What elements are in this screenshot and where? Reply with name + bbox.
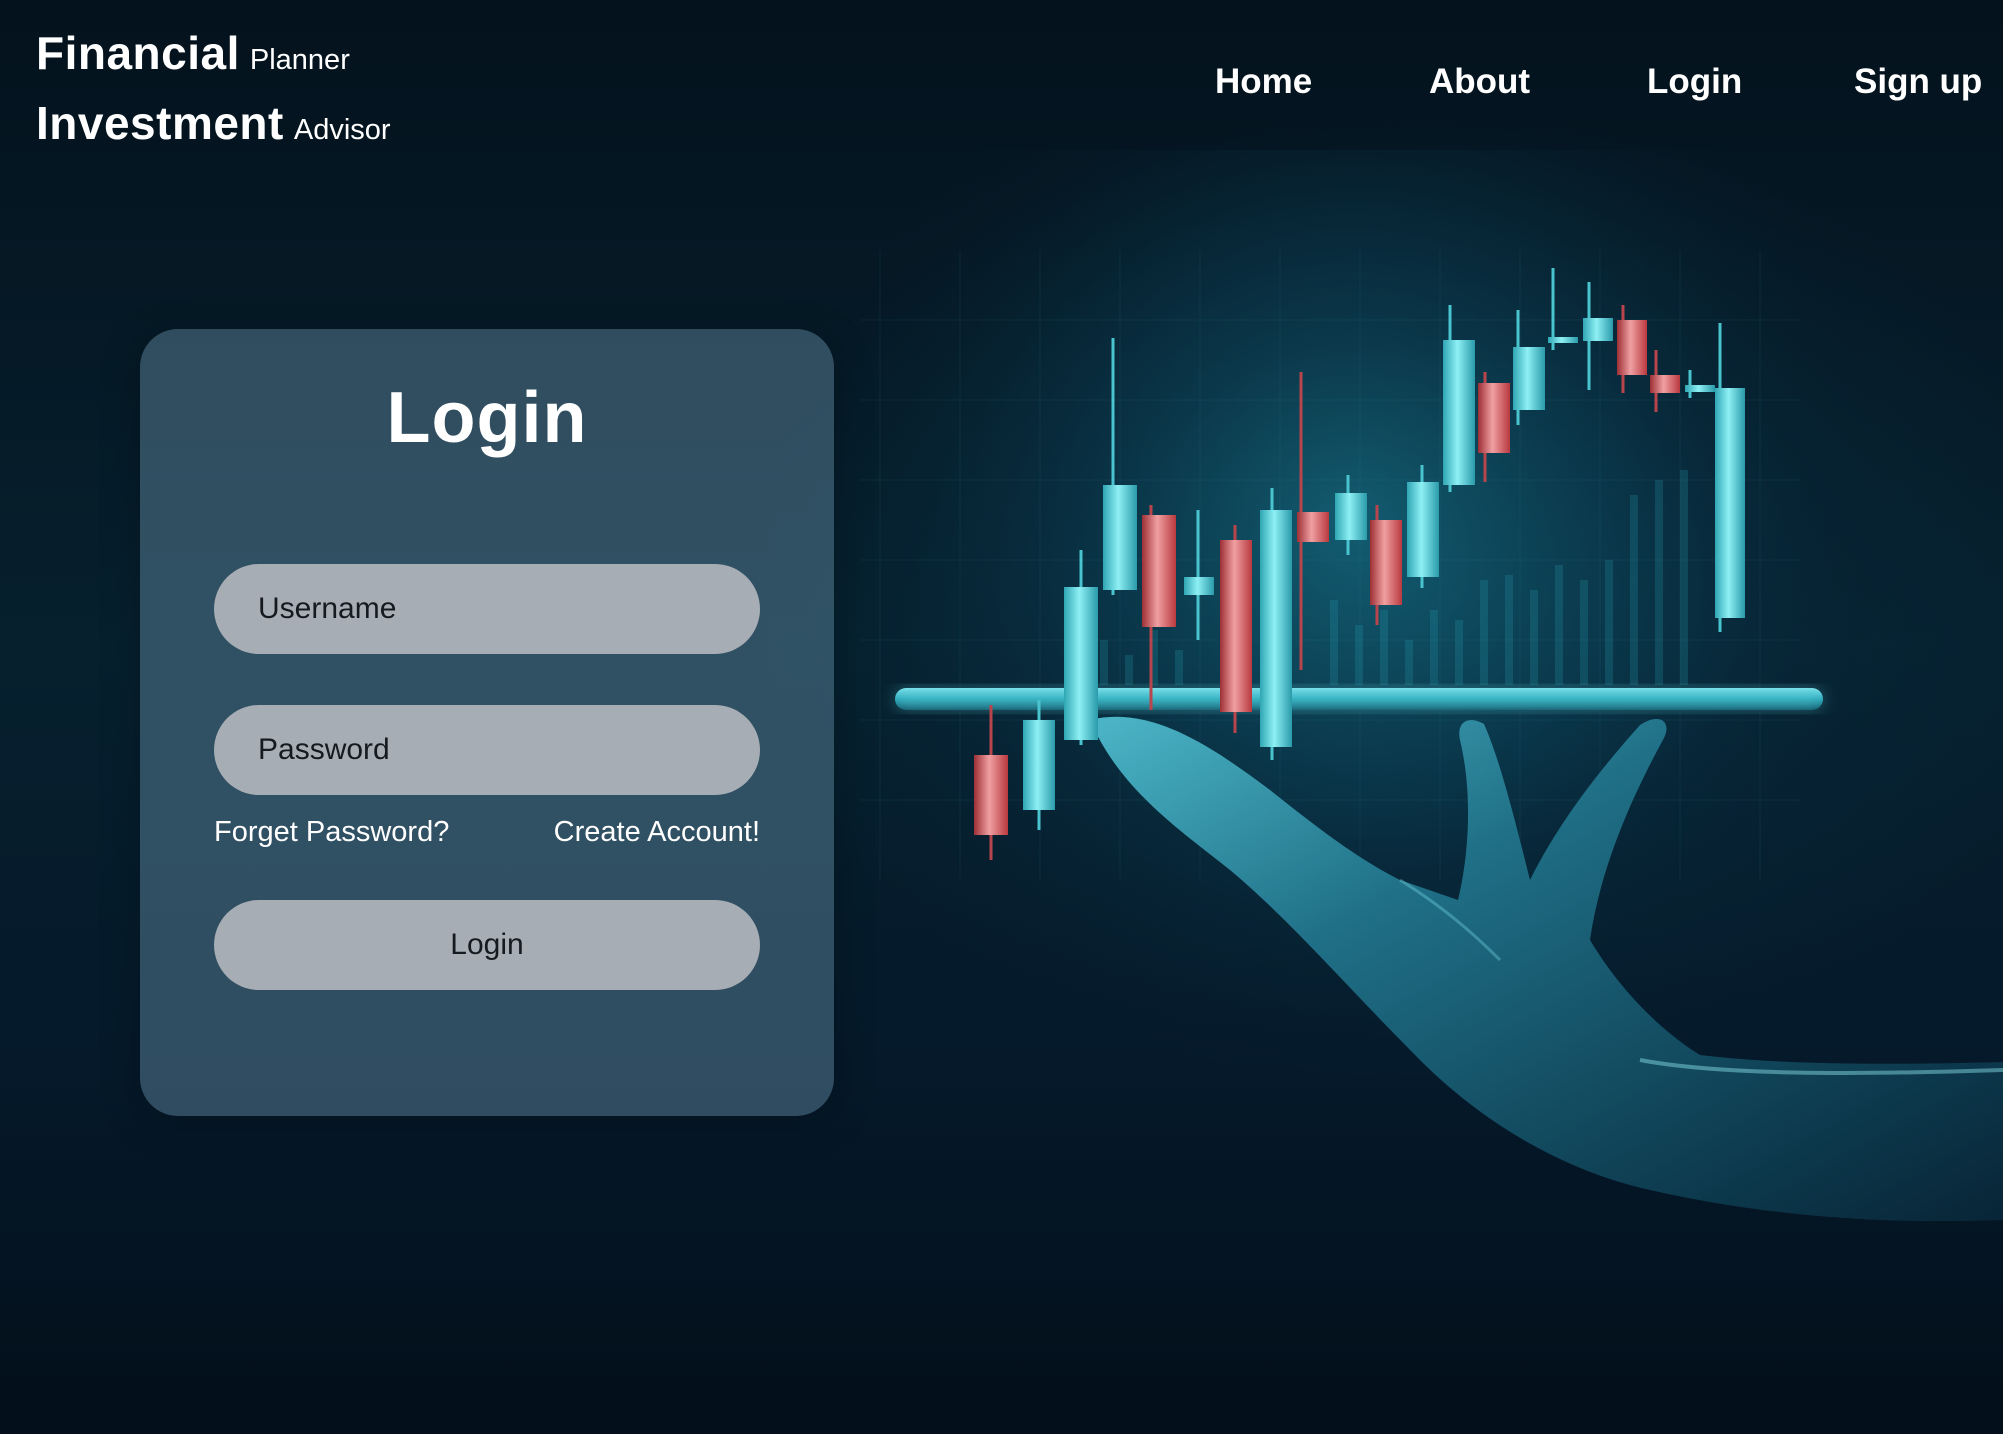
login-card: Login Forget Password? Create Account! L… bbox=[140, 329, 834, 1116]
brand-investment: Investment bbox=[36, 97, 284, 149]
password-input[interactable] bbox=[214, 705, 760, 795]
page: Financial Planner Investment Advisor Home … bbox=[0, 0, 2003, 1434]
login-title: Login bbox=[386, 378, 588, 458]
brand-logo[interactable]: Financial Planner Investment Advisor bbox=[36, 30, 391, 146]
username-input[interactable] bbox=[214, 564, 760, 654]
nav-login[interactable]: Login bbox=[1647, 62, 1742, 102]
brand-line-1: Financial Planner bbox=[36, 30, 391, 76]
top-nav: Home About Login Sign up bbox=[1215, 62, 1982, 106]
forgot-password-link[interactable]: Forget Password? bbox=[214, 816, 449, 849]
nav-home[interactable]: Home bbox=[1215, 62, 1312, 102]
brand-planner: Planner bbox=[249, 44, 350, 76]
nav-signup[interactable]: Sign up bbox=[1854, 62, 1982, 102]
brand-financial: Financial bbox=[36, 27, 240, 79]
create-account-link[interactable]: Create Account! bbox=[554, 816, 760, 849]
nav-about[interactable]: About bbox=[1429, 62, 1530, 102]
brand-line-2: Investment Advisor bbox=[36, 100, 391, 146]
login-button[interactable]: Login bbox=[214, 900, 760, 990]
brand-advisor: Advisor bbox=[293, 114, 391, 146]
